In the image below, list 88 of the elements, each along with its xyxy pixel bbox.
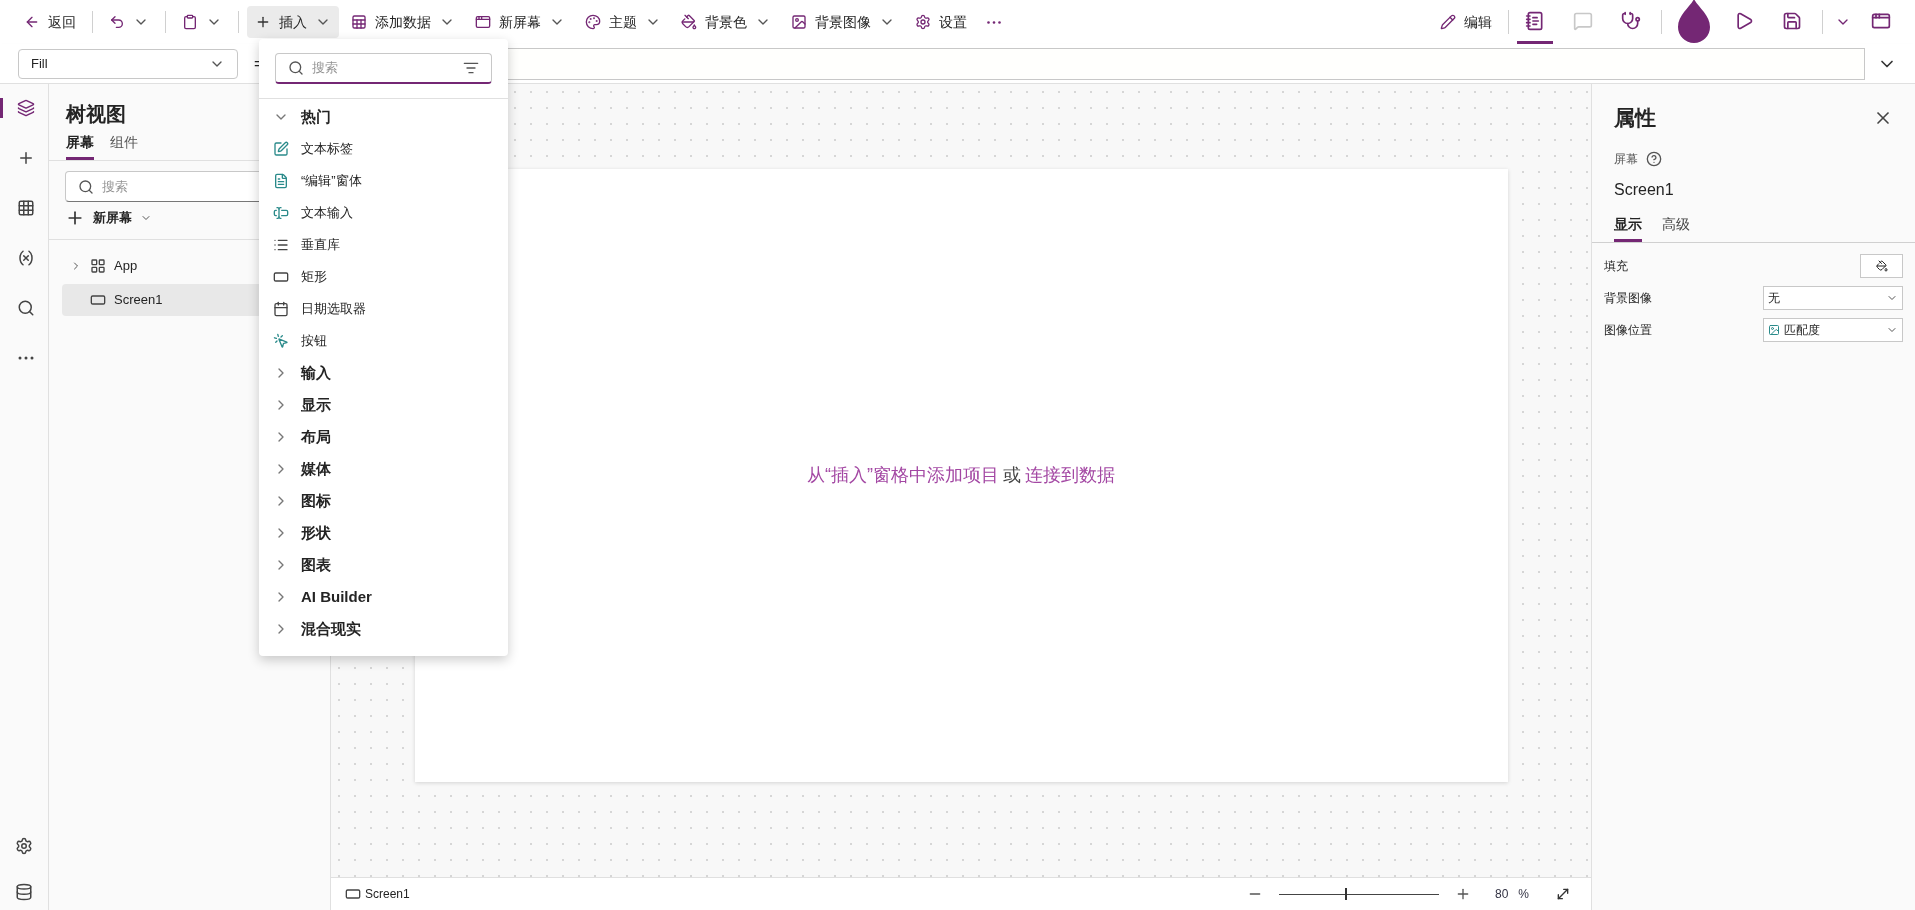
clipboard-icon [182,14,198,30]
fit-screen-icon[interactable] [1555,886,1571,902]
search-icon [16,299,35,317]
search-icon [288,60,304,76]
tab[interactable]: 显示 [1614,213,1642,242]
pencil-icon [1440,14,1456,30]
app-icon [90,258,106,274]
zoom-value: 80 [1494,886,1509,903]
list-icon [273,237,289,253]
calendar-icon [273,301,289,317]
menu-section[interactable]: 媒体 [259,453,508,485]
undo-icon [109,14,125,30]
toolbar-button[interactable]: 返回 [16,6,84,38]
play-icon [1734,10,1754,31]
plus-icon [255,14,271,30]
screen-icon [345,886,361,902]
settings-icon [915,14,931,30]
property-label: 填充 [1604,257,1628,275]
search-icon [78,178,94,195]
percent-sign: % [1518,886,1529,903]
tab[interactable]: 组件 [110,132,138,160]
dropdown[interactable]: 无 [1763,285,1903,310]
property-label: 背景图像 [1604,289,1652,307]
more-icon [17,356,34,360]
color-picker-button[interactable] [1860,253,1903,278]
tab[interactable]: 高级 [1662,213,1690,242]
search-input[interactable]: 搜索 [312,58,455,78]
menu-section[interactable]: 形状 [259,517,508,549]
menu-section[interactable]: 输入 [259,357,508,389]
paint-bucket-icon [681,14,697,30]
comment-icon [1573,10,1593,31]
menu-item[interactable]: 垂直库 [259,229,508,261]
control-name: Screen1 [1613,179,1675,200]
toolbar-button[interactable]: 添加数据 [343,6,463,38]
palette-icon [585,14,601,30]
database-icon [15,883,33,901]
table-icon [351,14,367,30]
toolbar-button[interactable]: 背景色 [673,6,779,38]
panel-title: 树视图 [66,103,126,125]
layers-icon [16,99,35,117]
toolbar-button[interactable]: 设置 [907,6,975,38]
menu-section[interactable]: 显示 [259,389,508,421]
menu-section[interactable]: 热门 [259,101,508,133]
zoom-slider[interactable] [1278,887,1439,901]
help-icon[interactable] [1646,150,1662,167]
menu-item[interactable]: 按钮 [259,325,508,357]
tab[interactable]: 屏幕 [66,132,94,160]
toolbar-button[interactable]: 主题 [577,6,669,38]
menu-item[interactable]: 文本标签 [259,133,508,165]
menu-section[interactable]: AI Builder [259,581,508,613]
edit-button[interactable]: 编辑 [1432,6,1500,38]
toolbar-button[interactable]: 新屏幕 [467,6,573,38]
stethoscope-icon [1621,10,1641,31]
slider-thumb[interactable] [1344,888,1347,900]
text-input-icon [273,205,289,221]
insert-pane-link[interactable]: 从“插入”窗格中添加项目 [807,462,999,489]
type-label: 屏幕 [1614,150,1638,168]
search-input[interactable]: 搜索 [102,176,262,197]
notebook-icon [1525,10,1545,31]
filter-icon[interactable] [463,60,479,76]
menu-section[interactable]: 图表 [259,549,508,581]
search-field[interactable]: 搜索 [275,53,492,84]
document-icon [273,173,289,189]
property-dropdown[interactable]: Fill [18,48,238,79]
toolbar-button[interactable]: 背景图像 [783,6,903,38]
settings-icon [15,837,33,855]
property-label: 图像位置 [1604,321,1652,339]
menu-section[interactable]: 布局 [259,421,508,453]
window-icon [475,14,491,30]
more-icon [987,20,1001,24]
connect-data-link[interactable]: 连接到数据 [1025,462,1115,489]
dropdown[interactable]: 匹配度 [1763,317,1903,342]
image-icon [791,14,807,30]
screen-icon [90,292,106,308]
screen-name: Screen1 [365,886,410,903]
pencil-square-icon [273,141,289,157]
hint-text: 或 [1003,464,1021,487]
image-icon [1768,323,1780,336]
panel-title: 属性 [1614,105,1656,131]
menu-section[interactable]: 图标 [259,485,508,517]
variable-icon [16,249,35,267]
pointer-click-icon [273,333,289,349]
save-icon [1782,10,1802,31]
toolbar-button[interactable]: 插入 [247,6,339,38]
rectangle-icon [273,269,289,285]
paint-bucket-icon [1875,259,1888,272]
table-icon [16,199,35,217]
menu-section[interactable]: 混合现实 [259,613,508,645]
